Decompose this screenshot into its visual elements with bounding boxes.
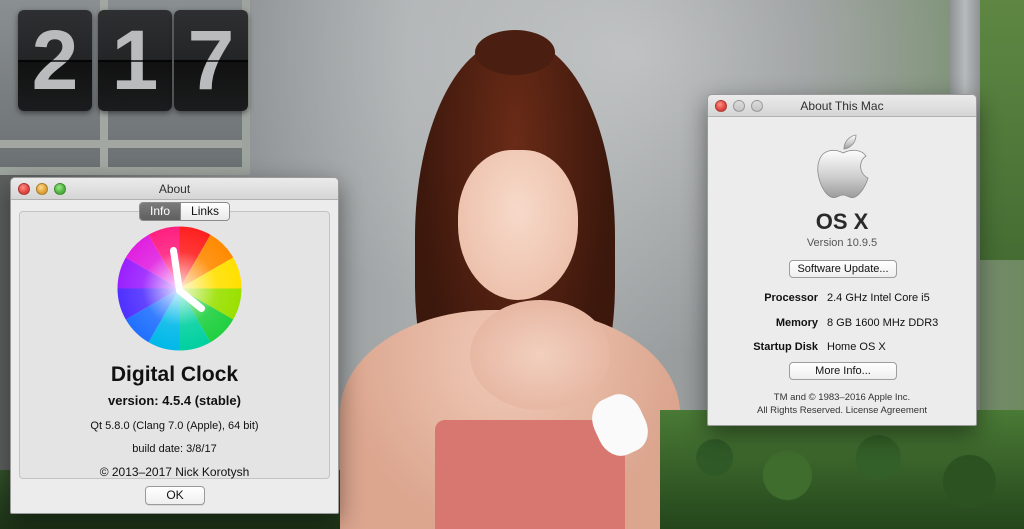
spec-key: Startup Disk — [753, 341, 818, 353]
digital-clock-about-window: About Info Links Digital Clock version: … — [10, 177, 339, 514]
tab-links[interactable]: Links — [180, 203, 230, 220]
trademark-text: TM and © 1983–2016 Apple Inc. — [773, 392, 911, 403]
more-info-button[interactable]: More Info... — [789, 362, 897, 380]
flip-clock-widget[interactable]: 2 1 7 — [18, 10, 254, 111]
about-mac-titlebar[interactable]: About This Mac — [708, 95, 976, 117]
apple-logo-icon — [817, 134, 869, 198]
spec-row-processor: Processor 2.4 GHz Intel Core i5 — [708, 292, 976, 306]
window-controls — [18, 183, 72, 195]
wallpaper-portrait — [340, 30, 680, 529]
clock-minute-tens-digit: 1 — [98, 10, 172, 111]
qt-info: Qt 5.8.0 (Clang 7.0 (Apple), 64 bit) — [90, 420, 259, 432]
spec-row-startup-disk: Startup Disk Home OS X — [708, 341, 976, 355]
spec-value: Home OS X — [827, 341, 886, 353]
minimize-icon[interactable] — [733, 100, 745, 112]
wallpaper-foliage-right — [980, 0, 1024, 260]
minimize-icon[interactable] — [36, 183, 48, 195]
wallpaper-foliage — [660, 410, 1024, 529]
ok-button[interactable]: OK — [145, 486, 205, 505]
app-version: version: 4.5.4 (stable) — [108, 393, 241, 408]
clock-minute-ones-digit: 7 — [174, 10, 248, 111]
color-wheel-clock-icon — [117, 226, 242, 351]
zoom-icon[interactable] — [751, 100, 763, 112]
spec-key: Processor — [764, 292, 818, 304]
close-icon[interactable] — [715, 100, 727, 112]
app-name: Digital Clock — [110, 363, 239, 386]
info-tab-pane: Digital Clock version: 4.5.4 (stable) Qt… — [19, 211, 330, 479]
clock-hour-digit: 2 — [18, 10, 92, 111]
portrait-face — [458, 150, 578, 300]
software-update-button[interactable]: Software Update... — [789, 260, 897, 278]
portrait-dress — [435, 420, 625, 529]
about-tabs: Info Links — [139, 202, 231, 221]
spec-value: 2.4 GHz Intel Core i5 — [827, 292, 930, 304]
window-title: About — [158, 182, 191, 196]
rights-text: All Rights Reserved. License Agreement — [756, 405, 928, 416]
about-mac-body: OS X Version 10.9.5 Software Update... P… — [708, 117, 976, 425]
window-controls — [715, 100, 769, 112]
window-title: About This Mac — [800, 99, 884, 113]
portrait-hair-bun — [475, 30, 555, 75]
tab-info[interactable]: Info — [140, 203, 181, 220]
about-this-mac-window: About This Mac OS X Version 10.9.5 Softw… — [707, 94, 977, 426]
portrait-hands — [470, 300, 610, 410]
close-icon[interactable] — [18, 183, 30, 195]
spec-key: Memory — [775, 317, 818, 329]
os-version: Version 10.9.5 — [806, 237, 878, 249]
spec-value: 8 GB 1600 MHz DDR3 — [827, 317, 939, 329]
copyright: © 2013–2017 Nick Korotysh — [99, 465, 250, 479]
about-window-titlebar[interactable]: About — [11, 178, 338, 200]
zoom-icon[interactable] — [54, 183, 66, 195]
os-name: OS X — [815, 209, 869, 234]
spec-row-memory: Memory 8 GB 1600 MHz DDR3 — [708, 317, 976, 331]
build-date: build date: 3/8/17 — [132, 443, 217, 455]
